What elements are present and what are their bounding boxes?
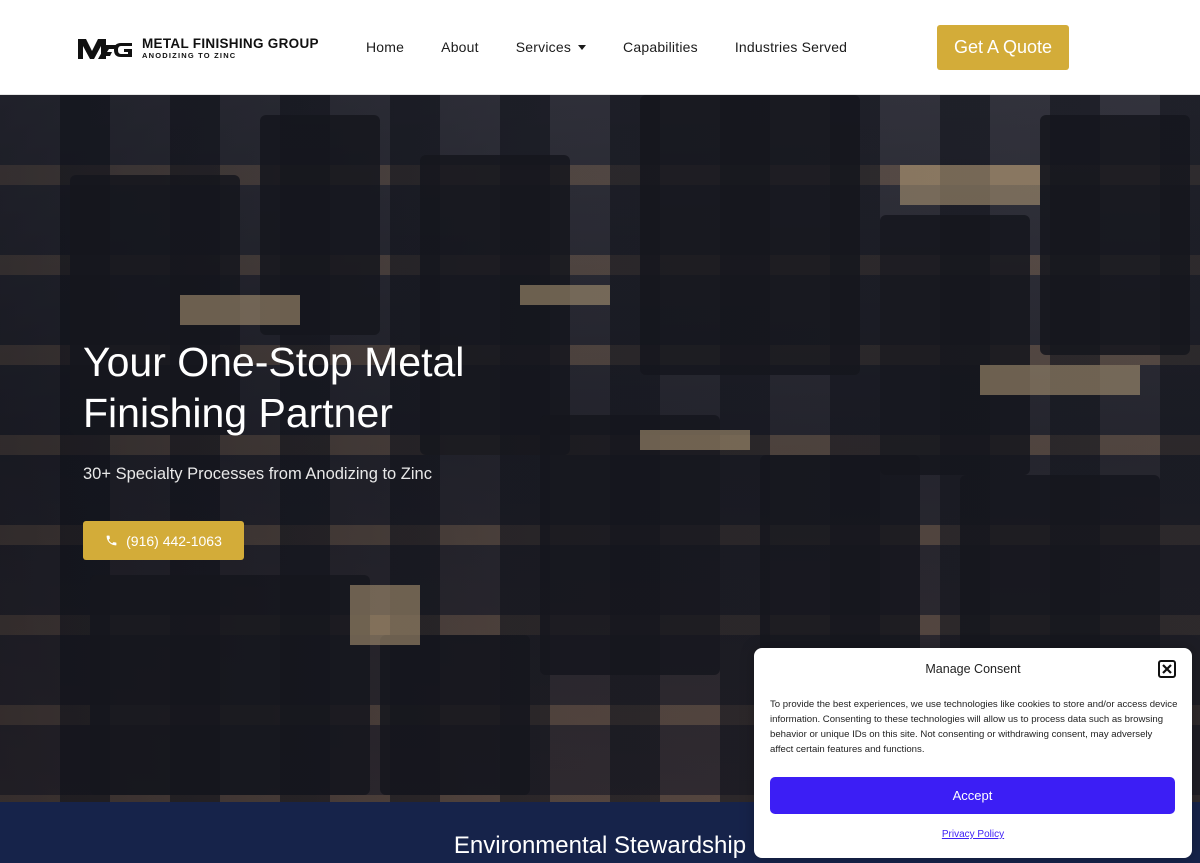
nav-item-capabilities[interactable]: Capabilities: [623, 39, 698, 55]
main-nav: Home About Services Capabilities Industr…: [366, 39, 884, 55]
nav-item-label: Home: [366, 39, 405, 55]
consent-title: Manage Consent: [925, 662, 1021, 676]
brand-tagline: ANODIZING TO ZINC: [142, 50, 237, 60]
chevron-down-icon: [578, 44, 587, 50]
nav-item-industries[interactable]: Industries Served: [735, 39, 847, 55]
phone-button[interactable]: (916) 442-1063: [83, 521, 244, 560]
consent-text: To provide the best experiences, we use …: [770, 699, 1178, 755]
logo[interactable]: METAL FINISHING GROUP ANODIZING TO ZINC: [76, 33, 319, 63]
hero-background-shape: [380, 635, 530, 795]
hero-background-shape: [640, 95, 860, 375]
hero-background-shape: [980, 365, 1140, 395]
hero-background-shape: [540, 415, 720, 675]
nav-item-services[interactable]: Services: [515, 39, 587, 55]
consent-dialog: Manage Consent To provide the best exper…: [754, 648, 1192, 858]
close-icon[interactable]: [1158, 660, 1176, 678]
phone-icon: [106, 535, 117, 546]
mfg-logo-icon: [78, 39, 132, 59]
nav-item-about[interactable]: About: [441, 39, 479, 55]
hero-background-shape: [90, 575, 370, 795]
nav-item-home[interactable]: Home: [366, 39, 404, 55]
hero-background-shape: [640, 430, 750, 450]
nav-item-label: Capabilities: [623, 39, 698, 55]
nav-item-label: Industries Served: [734, 39, 848, 55]
hero-background-shape: [350, 585, 420, 645]
hero-title: Your One-Stop Metal Finishing Partner: [83, 339, 465, 436]
phone-number: (916) 442-1063: [126, 532, 222, 549]
site-header: METAL FINISHING GROUP ANODIZING TO ZINC …: [0, 0, 1200, 95]
hero-background-shape: [520, 285, 610, 305]
nav-item-label: Services: [515, 39, 572, 55]
privacy-policy-link[interactable]: Privacy Policy: [754, 829, 1192, 840]
nav-item-label: About: [441, 39, 479, 55]
brand-title: METAL FINISHING GROUP: [142, 36, 319, 51]
hero-background-shape: [880, 215, 1030, 475]
hero-background-shape: [1040, 115, 1190, 355]
hero-background-shape: [900, 165, 1040, 205]
get-quote-button[interactable]: Get A Quote: [937, 25, 1069, 70]
accept-button[interactable]: Accept: [770, 777, 1175, 814]
hero-background-shape: [180, 295, 300, 325]
hero-subtitle: 30+ Specialty Processes from Anodizing t…: [83, 465, 432, 483]
